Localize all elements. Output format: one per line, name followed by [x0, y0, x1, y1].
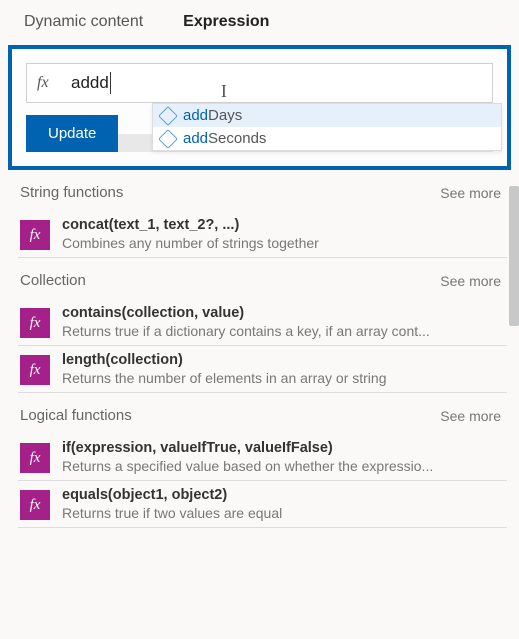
function-item-concat[interactable]: fx concat(text_1, text_2?, ...) Combines…	[18, 211, 507, 258]
method-icon	[158, 106, 178, 126]
function-description: Returns true if two values are equal	[62, 505, 505, 521]
function-description: Returns a specified value based on wheth…	[62, 458, 505, 474]
function-description: Returns the number of elements in an arr…	[62, 370, 505, 386]
autocomplete-match: add	[183, 107, 208, 124]
category-title: Collection	[20, 272, 86, 289]
function-signature: if(expression, valueIfTrue, valueIfFalse…	[62, 440, 505, 456]
autocomplete-item-adddays[interactable]: addDays	[153, 104, 501, 127]
category-header-logical: Logical functions See more	[18, 393, 507, 434]
fx-function-icon: fx	[20, 220, 50, 250]
fx-function-icon: fx	[20, 355, 50, 385]
update-button[interactable]: Update	[26, 115, 118, 152]
function-signature: equals(object1, object2)	[62, 487, 505, 503]
tab-bar: Dynamic content Expression	[0, 0, 519, 41]
function-item-if[interactable]: fx if(expression, valueIfTrue, valueIfFa…	[18, 434, 507, 481]
fx-function-icon: fx	[20, 308, 50, 338]
function-signature: concat(text_1, text_2?, ...)	[62, 217, 505, 233]
expression-input[interactable]: fx addd I	[26, 63, 493, 103]
text-cursor-icon: I	[221, 81, 227, 102]
function-signature: length(collection)	[62, 352, 505, 368]
function-text: concat(text_1, text_2?, ...) Combines an…	[62, 217, 505, 251]
autocomplete-rest: Days	[208, 107, 242, 124]
autocomplete-rest: Seconds	[208, 130, 266, 147]
expression-input-value: addd	[71, 72, 111, 94]
function-text: equals(object1, object2) Returns true if…	[62, 487, 505, 521]
fx-icon: fx	[37, 74, 57, 92]
function-signature: contains(collection, value)	[62, 305, 505, 321]
category-title: Logical functions	[20, 407, 132, 424]
function-description: Returns true if a dictionary contains a …	[62, 323, 505, 339]
see-more-link[interactable]: See more	[440, 273, 501, 289]
category-title: String functions	[20, 184, 123, 201]
function-item-equals[interactable]: fx equals(object1, object2) Returns true…	[18, 481, 507, 528]
function-item-length[interactable]: fx length(collection) Returns the number…	[18, 346, 507, 393]
method-icon	[158, 129, 178, 149]
see-more-link[interactable]: See more	[440, 185, 501, 201]
see-more-link[interactable]: See more	[440, 408, 501, 424]
expression-editor-area: fx addd I addDays addSeconds Update	[8, 45, 511, 170]
function-description: Combines any number of strings together	[62, 235, 505, 251]
function-list: String functions See more fx concat(text…	[0, 170, 519, 528]
category-header-string: String functions See more	[18, 170, 507, 211]
category-header-collection: Collection See more	[18, 258, 507, 299]
autocomplete-item-addseconds[interactable]: addSeconds	[153, 127, 501, 150]
fx-function-icon: fx	[20, 443, 50, 473]
fx-function-icon: fx	[20, 490, 50, 520]
autocomplete-popup: addDays addSeconds	[152, 103, 502, 151]
function-text: if(expression, valueIfTrue, valueIfFalse…	[62, 440, 505, 474]
function-text: length(collection) Returns the number of…	[62, 352, 505, 386]
tab-expression[interactable]: Expression	[183, 13, 269, 31]
scrollbar-thumb[interactable]	[509, 186, 519, 326]
tab-dynamic-content[interactable]: Dynamic content	[24, 13, 143, 31]
function-text: contains(collection, value) Returns true…	[62, 305, 505, 339]
autocomplete-match: add	[183, 130, 208, 147]
function-item-contains[interactable]: fx contains(collection, value) Returns t…	[18, 299, 507, 346]
